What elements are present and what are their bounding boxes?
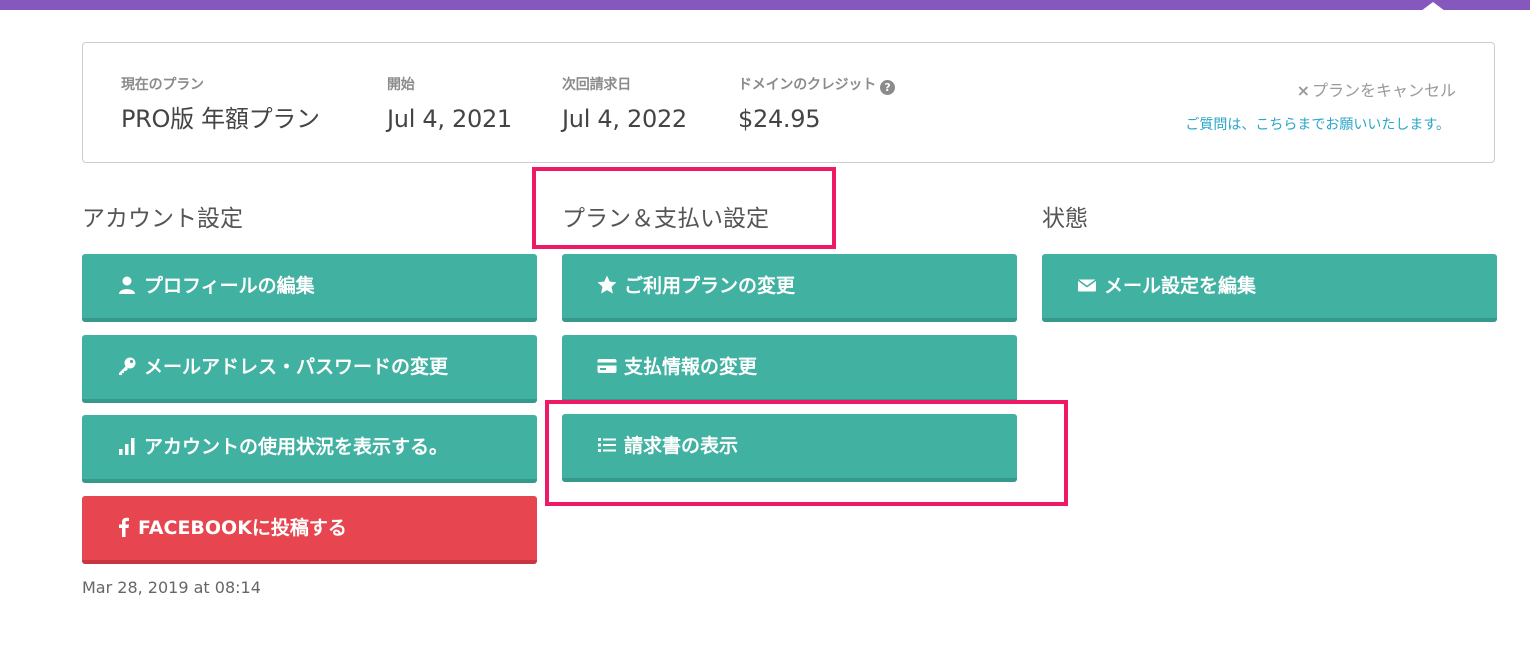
help-contact-link[interactable]: ご質問は、こちらまでお願いいたします。	[1185, 114, 1450, 134]
current-plan-value: PRO版 年額プラン	[121, 105, 320, 133]
view-account-usage-button[interactable]: アカウントの使用状況を表示する。	[82, 415, 537, 483]
timestamp: Mar 28, 2019 at 08:14	[82, 578, 261, 597]
edit-profile-button[interactable]: プロフィールの編集	[82, 254, 537, 322]
next-billing-value: Jul 4, 2022	[562, 105, 687, 133]
next-billing: 次回請求日 Jul 4, 2022	[562, 75, 687, 135]
change-email-password-button[interactable]: メールアドレス・パスワードの変更	[82, 335, 537, 403]
domain-credit-label-row: ドメインのクレジット?	[738, 75, 895, 95]
domain-credit-label: ドメインのクレジット	[738, 77, 876, 93]
domain-credit-value: $24.95	[738, 105, 821, 133]
start-value: Jul 4, 2021	[387, 105, 512, 133]
plan-start: 開始 Jul 4, 2021	[387, 75, 512, 135]
domain-credit: ドメインのクレジット? $24.95	[738, 75, 895, 135]
star-icon	[596, 274, 618, 296]
credit-card-icon	[596, 355, 618, 377]
account-settings-title: アカウント設定	[82, 206, 243, 232]
post-to-facebook-button[interactable]: FACEBOOKに投稿する	[82, 496, 537, 564]
start-label: 開始	[387, 77, 415, 93]
user-icon	[116, 274, 138, 296]
next-billing-label: 次回請求日	[562, 77, 631, 93]
help-icon[interactable]: ?	[880, 80, 895, 95]
plan-summary-box: 現在のプラン PRO版 年額プラン 開始 Jul 4, 2021 次回請求日 J…	[82, 42, 1495, 163]
highlight-box-plan-title	[532, 167, 836, 249]
cancel-plan-label: プランをキャンセル	[1311, 81, 1456, 100]
post-to-facebook-label: FACEBOOKに投稿する	[138, 517, 347, 539]
view-account-usage-label: アカウントの使用状況を表示する。	[144, 436, 449, 458]
edit-profile-label: プロフィールの編集	[144, 275, 315, 297]
change-email-password-label: メールアドレス・パスワードの変更	[144, 356, 449, 378]
current-plan: 現在のプラン PRO版 年額プラン	[121, 75, 320, 135]
key-icon	[116, 355, 138, 377]
change-payment-info-label: 支払情報の変更	[624, 356, 758, 378]
change-plan-button[interactable]: ご利用プランの変更	[562, 254, 1017, 322]
change-payment-info-button[interactable]: 支払情報の変更	[562, 335, 1017, 403]
current-plan-label: 現在のプラン	[121, 77, 204, 93]
edit-email-settings-button[interactable]: メール設定を編集	[1042, 254, 1497, 322]
edit-email-settings-label: メール設定を編集	[1104, 275, 1257, 297]
facebook-icon	[116, 516, 132, 538]
change-plan-label: ご利用プランの変更	[624, 275, 796, 297]
envelope-icon	[1076, 274, 1098, 296]
highlight-box-invoice-button	[545, 400, 1068, 506]
top-bar-notch	[1421, 2, 1445, 11]
top-accent-bar	[0, 0, 1530, 10]
close-icon: ×	[1296, 81, 1310, 100]
bar-chart-icon	[116, 435, 138, 457]
cancel-plan-link[interactable]: × プランをキャンセル	[1297, 77, 1456, 101]
status-title: 状態	[1042, 206, 1088, 232]
